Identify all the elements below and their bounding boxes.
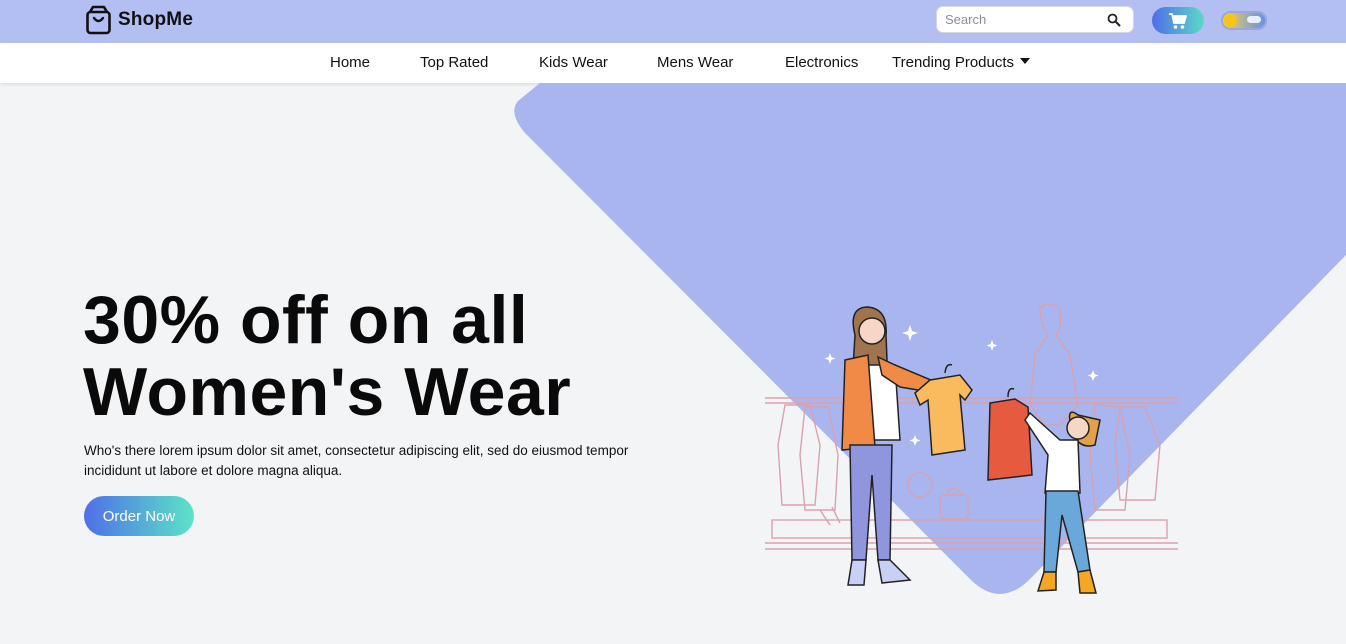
cart-button[interactable] <box>1152 7 1204 34</box>
nav-kids-wear[interactable]: Kids Wear <box>539 54 608 71</box>
main-nav: Home Top Rated Kids Wear Mens Wear Elect… <box>0 43 1346 83</box>
brand-name: ShopMe <box>118 9 194 30</box>
hero-title-line-1: 30% off on all <box>83 282 529 358</box>
cloud-icon <box>1247 16 1261 23</box>
hero-title-line-2: Women's Wear <box>83 354 572 430</box>
sun-icon <box>1224 14 1237 27</box>
order-now-button[interactable]: Order Now <box>84 496 194 536</box>
shopping-illustration <box>765 303 1178 594</box>
cart-icon <box>1169 12 1187 29</box>
theme-toggle[interactable] <box>1221 11 1267 30</box>
nav-top-rated[interactable]: Top Rated <box>420 54 488 71</box>
nav-electronics[interactable]: Electronics <box>785 54 858 71</box>
hero-title: 30% off on all Women's Wear <box>83 284 571 428</box>
search-input[interactable] <box>937 7 1095 32</box>
search-icon[interactable] <box>1107 13 1121 27</box>
hero-description: Who's there lorem ipsum dolor sit amet, … <box>84 443 629 478</box>
caret-down-icon <box>1020 58 1031 64</box>
nav-trending-label: Trending Products <box>892 54 1015 71</box>
brand-logo[interactable]: ShopMe <box>85 5 193 35</box>
top-header: ShopMe <box>0 0 1346 43</box>
shopping-bag-icon <box>86 5 111 35</box>
nav-trending-products[interactable]: Trending Products <box>892 54 1031 71</box>
search-box <box>936 6 1134 33</box>
nav-home[interactable]: Home <box>330 54 370 71</box>
nav-mens-wear[interactable]: Mens Wear <box>657 54 733 71</box>
